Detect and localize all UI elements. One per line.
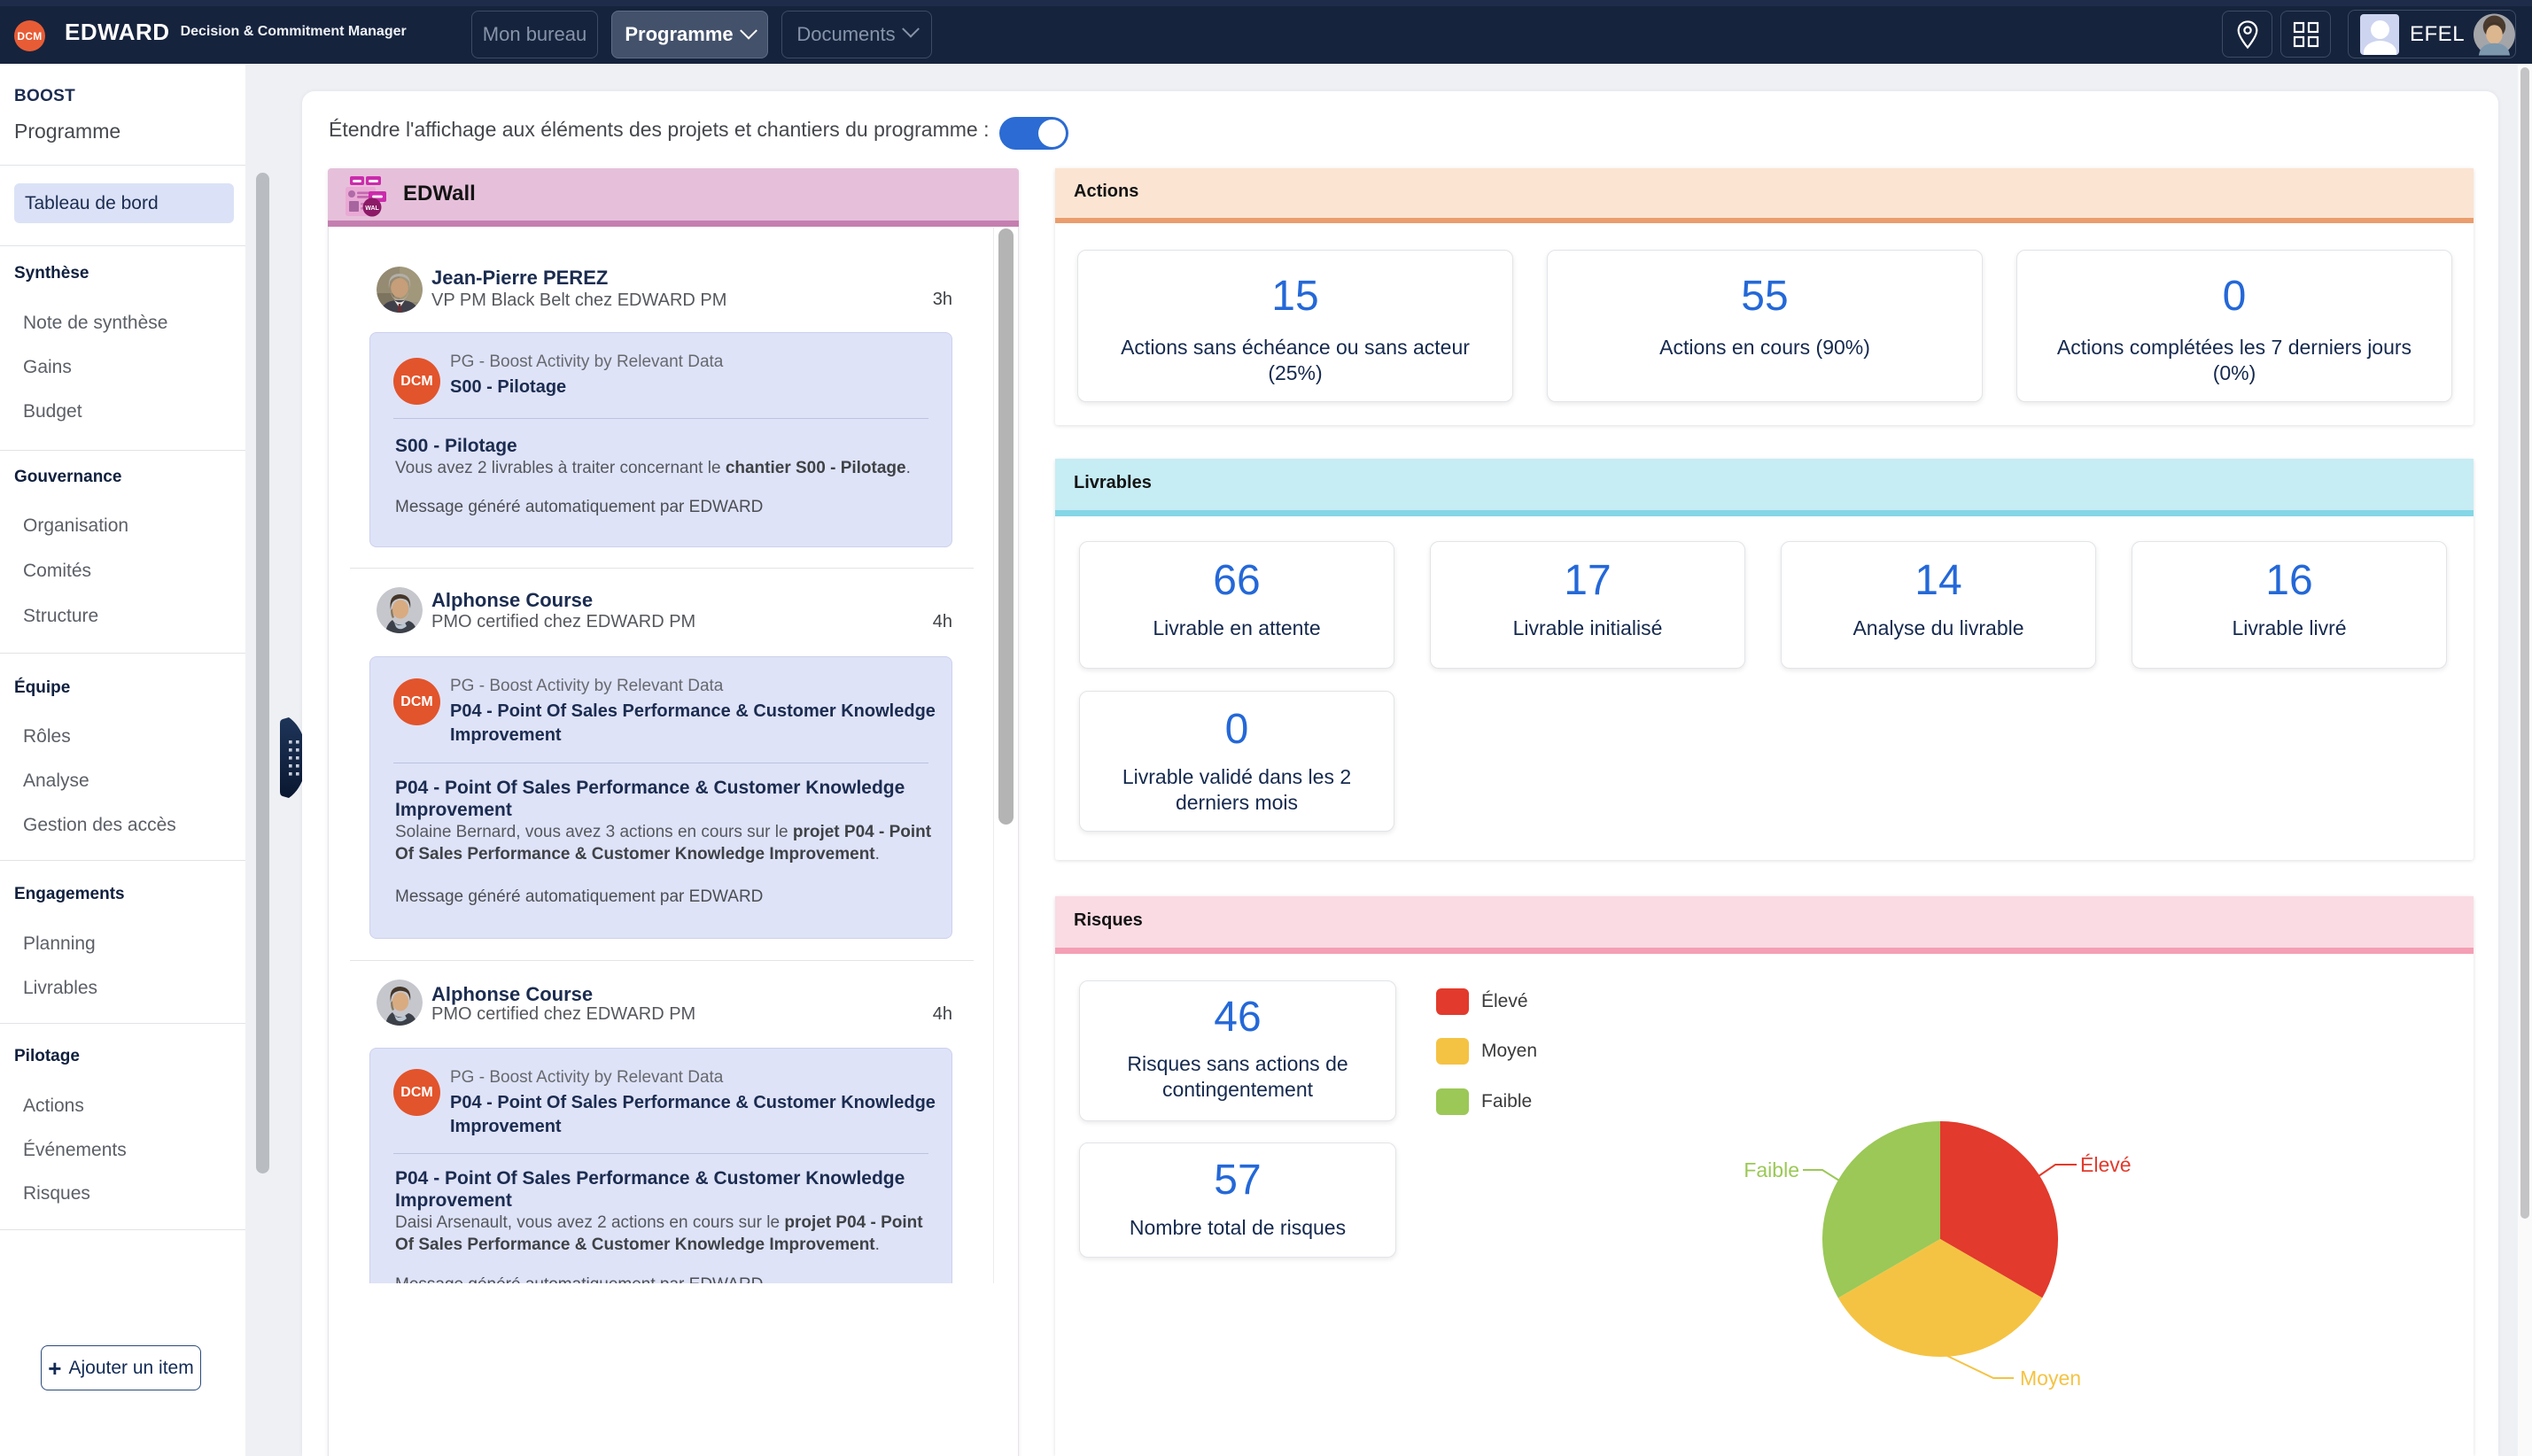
svg-text:Moyen: Moyen (2020, 1367, 2081, 1390)
svg-text:WAL: WAL (365, 205, 379, 212)
svg-text:Faible: Faible (1744, 1158, 1799, 1181)
svg-text:Élevé: Élevé (2080, 1153, 2132, 1176)
